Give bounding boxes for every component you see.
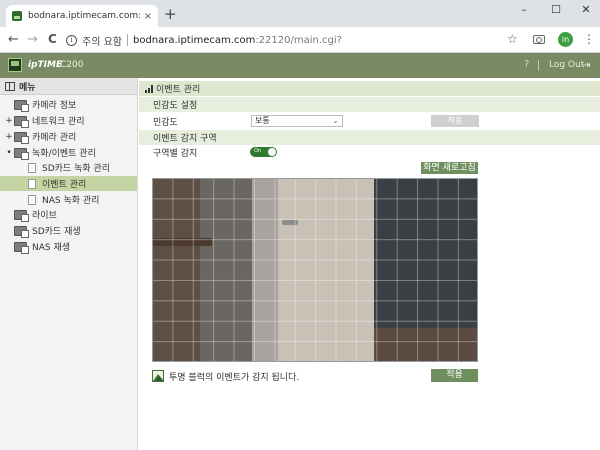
camera-view[interactable]: [152, 178, 478, 362]
menu-panel-icon: [5, 81, 15, 91]
folder-icon: [14, 131, 29, 144]
sidebar-item-label: NAS 재생: [32, 243, 71, 253]
expand-icon[interactable]: +: [4, 116, 14, 126]
logout-link[interactable]: Log Out: [549, 60, 584, 70]
sidebar-item-nas-playback[interactable]: NAS 재생: [0, 239, 137, 254]
sensitivity-label: 민감도: [153, 117, 178, 128]
sidebar-item-label: 이벤트 관리: [42, 180, 87, 190]
sidebar-item-nas-record[interactable]: NAS 녹화 관리: [0, 192, 137, 207]
url-path: :22120/main.cgi?: [255, 34, 342, 46]
sidebar-title-label: 메뉴: [19, 82, 36, 93]
zone-footer: 투명 블럭의 이벤트가 감지 됩니다.: [152, 369, 478, 383]
section-title: 이벤트 감지 구역: [153, 134, 217, 144]
new-tab-icon[interactable]: +: [164, 6, 177, 22]
page-title-bar: 이벤트 관리: [139, 81, 600, 96]
zone-detect-toggle[interactable]: On: [250, 147, 277, 157]
sidebar-item-label: 카메라 관리: [32, 133, 77, 143]
brand-name: ipTIME: [28, 60, 63, 70]
sidebar-item-label: SD카드 재생: [32, 227, 81, 237]
page-title: 이벤트 관리: [156, 85, 201, 95]
tab-title: bodnara.iptimecam.com:22120/: [28, 11, 140, 21]
forward-icon[interactable]: →: [27, 32, 38, 47]
sidebar-item-camera-info[interactable]: 카메라 정보: [0, 97, 137, 112]
zone-apply-button[interactable]: 적용: [431, 369, 478, 382]
address-divider: [126, 34, 128, 46]
sidebar-title: 메뉴: [0, 78, 137, 95]
zone-detect-row: 구역별 감지 On: [139, 145, 600, 159]
folder-icon: [14, 209, 29, 222]
camera-icon[interactable]: [533, 35, 545, 44]
zone-hint-text: 투명 블럭의 이벤트가 감지 됩니다.: [169, 372, 300, 383]
folder-icon: [14, 147, 29, 160]
zone-section-header: 이벤트 감지 구역: [139, 130, 600, 145]
header-divider: [538, 60, 539, 71]
main-content: 이벤트 관리 민감도 설정 민감도 보통 ⌄ 적용 이벤트 감지 구역 구역별 …: [139, 78, 600, 450]
reload-icon[interactable]: C: [48, 32, 57, 47]
model-name: C200: [60, 60, 84, 70]
sidebar-item-sd-record[interactable]: SD카드 녹화 관리: [0, 160, 137, 175]
sidebar-item-label: NAS 녹화 관리: [42, 196, 100, 206]
window-close-icon[interactable]: ✕: [575, 3, 597, 16]
browser-tab[interactable]: bodnara.iptimecam.com:22120/ ×: [6, 5, 158, 27]
refresh-view-button[interactable]: 화면 새로고침: [421, 162, 478, 174]
browser-tabstrip: bodnara.iptimecam.com:22120/ × + – ☐ ✕: [0, 0, 600, 27]
zone-detect-label: 구역별 감지: [153, 148, 198, 159]
sidebar-item-record-event[interactable]: • 녹화/이벤트 관리: [0, 145, 137, 160]
bookmark-star-icon[interactable]: ☆: [507, 32, 518, 46]
browser-menu-icon[interactable]: ⋮: [583, 32, 595, 46]
collapse-icon[interactable]: •: [4, 148, 14, 158]
folder-icon: [14, 115, 29, 128]
profile-avatar[interactable]: in: [558, 32, 573, 47]
picture-icon: [152, 370, 164, 382]
sidebar-item-label: SD카드 녹화 관리: [42, 164, 111, 174]
logout-icon[interactable]: ⇥: [582, 60, 590, 71]
section-title: 민감도 설정: [153, 101, 198, 111]
sidebar-item-network[interactable]: + 네트워크 관리: [0, 113, 137, 128]
tab-close-icon[interactable]: ×: [144, 11, 152, 22]
sensitivity-value: 보통: [255, 116, 270, 125]
folder-icon: [14, 225, 29, 238]
sidebar: 메뉴 카메라 정보 + 네트워크 관리 + 카메라 관리 • 녹화/이벤트 관리…: [0, 78, 138, 450]
help-icon[interactable]: ?: [524, 59, 529, 70]
info-icon[interactable]: i: [66, 34, 77, 46]
folder-icon: [14, 241, 29, 254]
sidebar-item-label: 카메라 정보: [32, 101, 77, 111]
sensitivity-select[interactable]: 보통 ⌄: [251, 115, 343, 127]
favicon-icon: [12, 11, 22, 21]
folder-icon: [14, 99, 29, 112]
sidebar-item-label: 녹화/이벤트 관리: [32, 149, 96, 159]
minimize-icon[interactable]: –: [513, 3, 535, 16]
toggle-knob: [268, 148, 276, 156]
signal-bars-icon: [145, 84, 153, 93]
sidebar-item-event-manage[interactable]: 이벤트 관리: [0, 176, 137, 191]
camera-view-border: [152, 178, 478, 362]
sidebar-item-camera-manage[interactable]: + 카메라 관리: [0, 129, 137, 144]
logo-icon: [8, 58, 22, 72]
address-bar[interactable]: i 주의 요함 bodnara.iptimecam.com :22120/mai…: [66, 31, 526, 49]
chevron-down-icon: ⌄: [332, 116, 339, 125]
page-icon: [28, 178, 36, 189]
sidebar-item-label: 라이브: [32, 211, 57, 221]
sensitivity-row: 민감도 보통 ⌄ 적용: [139, 114, 600, 128]
url-host: bodnara.iptimecam.com: [132, 34, 256, 46]
page-icon: [28, 194, 36, 205]
page-icon: [28, 162, 36, 173]
sidebar-item-live[interactable]: 라이브: [0, 207, 137, 222]
sidebar-item-sd-playback[interactable]: SD카드 재생: [0, 223, 137, 238]
maximize-icon[interactable]: ☐: [545, 3, 567, 16]
sidebar-item-label: 네트워크 관리: [32, 117, 85, 127]
browser-toolbar: ← → C i 주의 요함 bodnara.iptimecam.com :221…: [0, 27, 600, 53]
back-icon[interactable]: ←: [8, 32, 19, 47]
toggle-state-label: On: [254, 148, 262, 154]
security-label: 주의 요함: [82, 36, 122, 48]
expand-icon[interactable]: +: [4, 132, 14, 142]
sensitivity-apply-button[interactable]: 적용: [431, 115, 479, 127]
app-header: ipTIME C200 ? Log Out ⇥: [0, 53, 600, 78]
sensitivity-section-header: 민감도 설정: [139, 97, 600, 112]
